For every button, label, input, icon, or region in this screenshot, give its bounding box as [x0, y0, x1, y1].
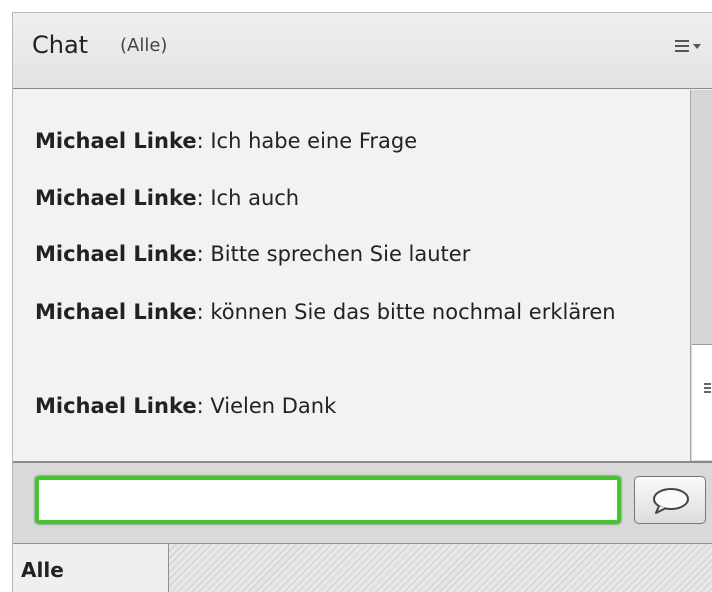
- chat-title: Chat: [32, 31, 89, 59]
- tab-alle[interactable]: Alle: [13, 544, 169, 592]
- chat-message: Michael Linke: Ich auch: [35, 186, 300, 210]
- message-sender: Michael Linke: [35, 186, 197, 210]
- scrollbar-thumb[interactable]: [692, 344, 712, 460]
- chat-message: Michael Linke: können Sie das bitte noch…: [35, 300, 616, 324]
- chat-header: Chat (Alle): [13, 13, 712, 89]
- message-sender: Michael Linke: [35, 242, 197, 266]
- chat-message: Michael Linke: Vielen Dank: [35, 394, 337, 418]
- message-sender: Michael Linke: [35, 394, 197, 418]
- hamburger-menu-icon: [675, 40, 701, 52]
- speech-bubble-icon: [653, 488, 689, 514]
- message-text: können Sie das bitte nochmal erklären: [203, 300, 616, 324]
- message-sender: Michael Linke: [35, 300, 197, 324]
- message-scrollbar[interactable]: [690, 90, 712, 461]
- message-text: Vielen Dank: [203, 394, 337, 418]
- message-text: Bitte sprechen Sie lauter: [203, 242, 471, 266]
- message-sender: Michael Linke: [35, 129, 197, 153]
- message-input[interactable]: [35, 476, 621, 524]
- send-button[interactable]: [634, 476, 706, 524]
- chat-window: Chat (Alle) Michael Linke: Ich habe eine…: [12, 12, 712, 592]
- message-text: Ich habe eine Frage: [203, 129, 418, 153]
- tab-label: Alle: [21, 558, 64, 582]
- chat-message: Michael Linke: Bitte sprechen Sie lauter: [35, 242, 471, 266]
- options-menu-button[interactable]: [675, 37, 703, 57]
- message-compose-area: [13, 461, 712, 543]
- message-text: Ich auch: [203, 186, 300, 210]
- audience-tabs: Alle: [13, 543, 712, 592]
- message-list[interactable]: Michael Linke: Ich habe eine Frage Micha…: [13, 90, 690, 461]
- grip-icon: [704, 383, 711, 393]
- chat-audience: (Alle): [120, 35, 168, 56]
- chat-message: Michael Linke: Ich habe eine Frage: [35, 129, 418, 153]
